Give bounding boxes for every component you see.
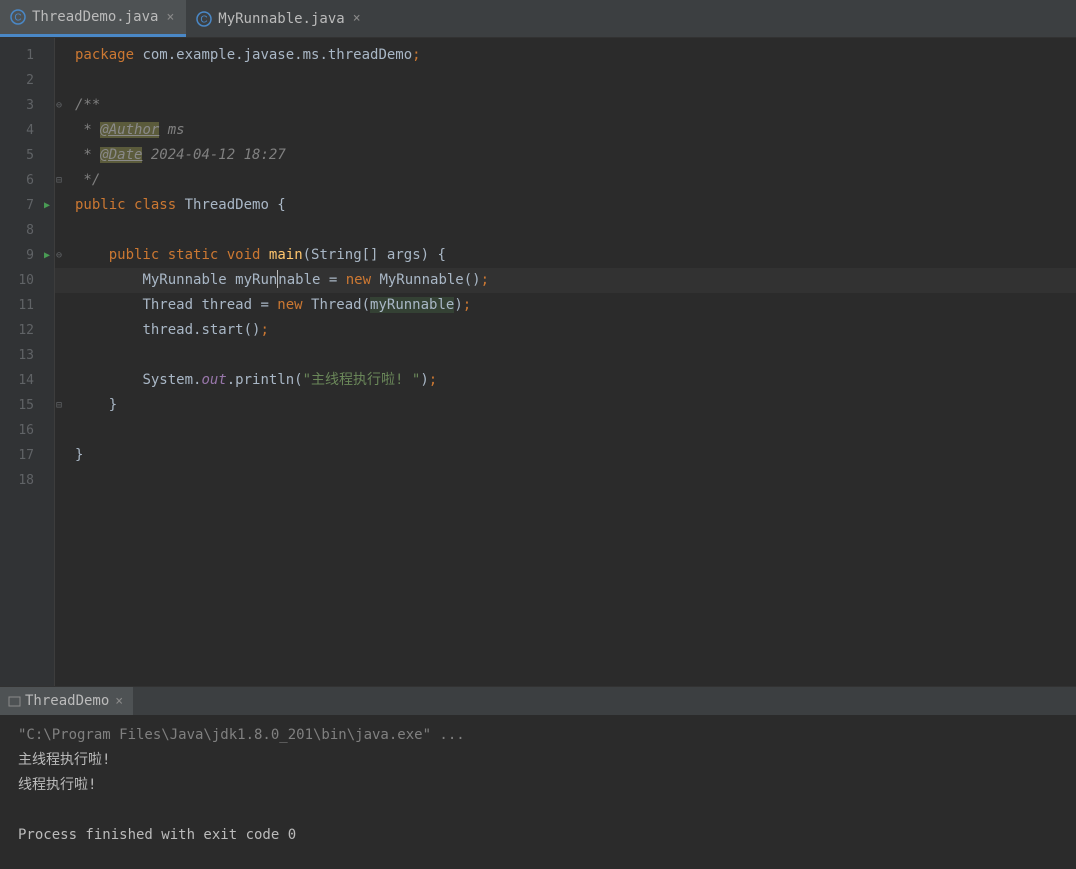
editor[interactable]: 1 2 3⊖ 4 5 6⊟ 7▶ 8 9▶⊖ 10 11 12 13 14 15… [0,38,1076,686]
line-number: 14 [0,368,54,393]
line-number: 4 [0,118,54,143]
run-icon[interactable]: ▶ [44,250,50,261]
console-tabs: ThreadDemo × [0,687,1076,715]
tab-label: MyRunnable.java [218,11,344,27]
svg-text:C: C [14,13,21,24]
line-number: 15⊟ [0,393,54,418]
close-icon[interactable]: × [351,11,363,26]
run-icon[interactable]: ▶ [44,200,50,211]
line-number: 11 [0,293,54,318]
line-number: 6⊟ [0,168,54,193]
line-number: 1 [0,43,54,68]
console-output[interactable]: "C:\Program Files\Java\jdk1.8.0_201\bin\… [0,715,1076,869]
console-tab-threaddemo[interactable]: ThreadDemo × [0,687,133,715]
gutter: 1 2 3⊖ 4 5 6⊟ 7▶ 8 9▶⊖ 10 11 12 13 14 15… [0,38,55,686]
line-number: 7▶ [0,193,54,218]
line-number: 17 [0,443,54,468]
line-number: 18 [0,468,54,493]
close-icon[interactable]: × [113,694,125,709]
close-icon[interactable]: × [164,10,176,25]
line-number: 5 [0,143,54,168]
editor-tabs: C ThreadDemo.java × C MyRunnable.java × [0,0,1076,38]
console-line: 主线程执行啦! [18,752,110,768]
line-number: 16 [0,418,54,443]
run-config-icon [8,695,21,708]
console-panel: ThreadDemo × "C:\Program Files\Java\jdk1… [0,686,1076,869]
line-number: 12 [0,318,54,343]
console-line: 线程执行啦! [18,777,96,793]
line-number: 2 [0,68,54,93]
java-class-icon: C [10,9,26,25]
svg-text:C: C [201,14,208,25]
code-content[interactable]: package com.example.javase.ms.threadDemo… [55,38,1076,686]
console-tab-label: ThreadDemo [25,693,109,709]
tab-label: ThreadDemo.java [32,9,158,25]
line-number: 13 [0,343,54,368]
line-number: 9▶⊖ [0,243,54,268]
java-class-icon: C [196,11,212,27]
line-number: 10 [0,268,54,293]
text-caret [277,270,278,288]
console-command: "C:\Program Files\Java\jdk1.8.0_201\bin\… [18,727,465,743]
line-number: 8 [0,218,54,243]
line-number: 3⊖ [0,93,54,118]
console-exit: Process finished with exit code 0 [18,827,296,843]
tab-threaddemo[interactable]: C ThreadDemo.java × [0,0,186,37]
tab-myrunnable[interactable]: C MyRunnable.java × [186,0,372,37]
